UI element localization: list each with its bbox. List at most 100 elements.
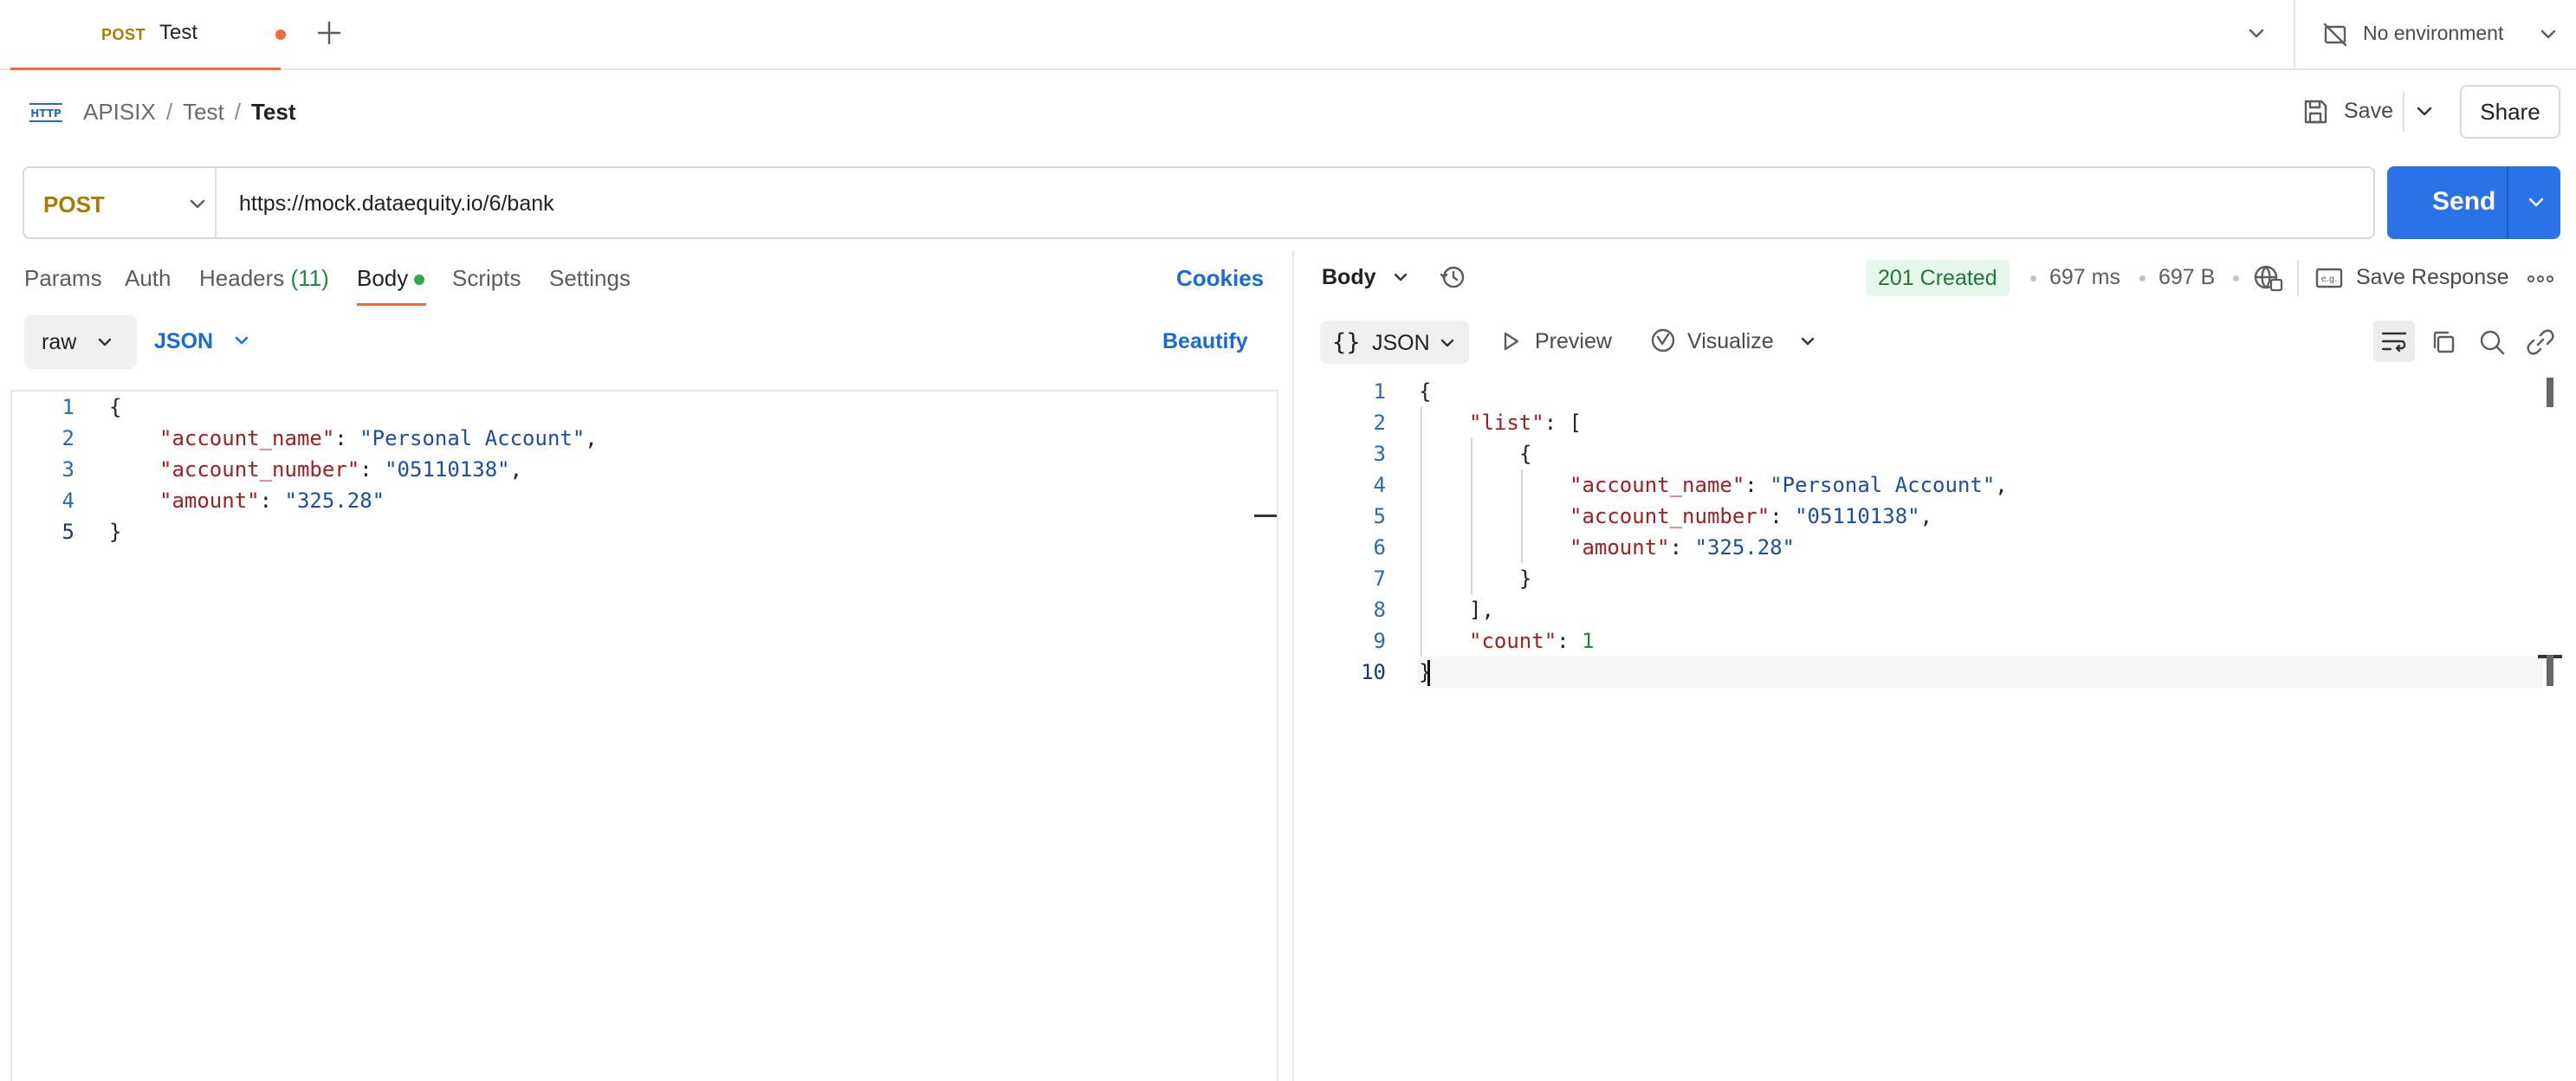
separator-dot	[2030, 275, 2036, 282]
tabs-dropdown-button[interactable]	[2243, 21, 2269, 47]
json-key: "account_number"	[1570, 504, 1770, 528]
code-line[interactable]: "count": 1	[1469, 625, 1595, 657]
svg-text:e.g.: e.g.	[2321, 275, 2338, 284]
tab-params[interactable]: Params	[24, 265, 102, 292]
preview-button[interactable]: Preview	[1535, 329, 1612, 354]
tab-method: POST	[101, 26, 146, 43]
punctuation: ,	[1995, 473, 2008, 497]
new-tab-button[interactable]	[314, 17, 345, 49]
response-format-label: JSON	[1372, 331, 1430, 355]
beautify-button[interactable]: Beautify	[1162, 329, 1248, 354]
breadcrumb-current[interactable]: Test	[251, 99, 296, 125]
search-icon[interactable]	[2477, 327, 2507, 357]
request-tab[interactable]: POST Test	[10, 0, 286, 70]
json-string: "05110138"	[1795, 504, 1920, 528]
no-environment-icon	[2323, 23, 2347, 47]
punctuation: {	[1419, 379, 1432, 404]
plus-icon	[317, 21, 341, 45]
breadcrumb: APISIX / Test / Test	[83, 99, 296, 125]
active-tab-underline	[357, 303, 426, 306]
code-line[interactable]: "account_number": "05110138",	[1570, 501, 1932, 532]
environment-label: No environment	[2363, 22, 2504, 44]
code-line[interactable]: "account_name": "Personal Account",	[159, 423, 598, 454]
code-line[interactable]: ],	[1469, 594, 1494, 625]
indent-guide	[1471, 438, 1472, 594]
breadcrumb-item[interactable]: APISIX	[83, 99, 156, 125]
chevron-down-icon	[1440, 339, 1454, 347]
method-selector[interactable]: POST	[43, 191, 105, 218]
response-format-selector[interactable]: {} JSON	[1320, 320, 1469, 364]
json-string: "325.28"	[284, 489, 385, 513]
minimap-marker	[1254, 515, 1277, 517]
response-time[interactable]: 697 ms	[2049, 265, 2120, 290]
line-number: 8	[1373, 598, 1386, 622]
chevron-down-icon[interactable]	[230, 329, 253, 352]
save-button[interactable]: Save	[2344, 99, 2393, 124]
json-string: "Personal Account"	[1770, 473, 1996, 497]
cookies-link[interactable]: Cookies	[1176, 265, 1264, 292]
more-options-icon[interactable]	[2526, 270, 2555, 288]
share-button[interactable]: Share	[2460, 85, 2560, 139]
tab-scripts[interactable]: Scripts	[452, 265, 521, 292]
chevron-down-icon[interactable]	[1389, 266, 1412, 288]
punctuation: :	[1669, 535, 1695, 560]
tab-auth[interactable]: Auth	[125, 265, 172, 292]
scrollbar-position	[2547, 655, 2553, 686]
line-number: 9	[1373, 629, 1386, 653]
response-view-selector[interactable]: Body	[1322, 265, 1376, 290]
code-line[interactable]: {	[109, 392, 121, 423]
body-language-selector[interactable]: JSON	[154, 329, 213, 354]
text-caret	[1427, 660, 1430, 686]
headers-count: (11)	[290, 265, 329, 291]
code-line[interactable]: }	[1519, 563, 1531, 594]
save-response-button[interactable]: Save Response	[2356, 265, 2509, 290]
play-icon[interactable]	[1498, 329, 1523, 353]
line-number: 1	[61, 395, 74, 419]
send-button[interactable]: Send	[2387, 166, 2560, 239]
tab-body[interactable]: Body	[357, 265, 408, 292]
breadcrumb-item[interactable]: Test	[183, 99, 224, 125]
json-key: "amount"	[1570, 535, 1670, 560]
code-line[interactable]: }	[109, 516, 121, 547]
code-line[interactable]: "account_number": "05110138",	[159, 454, 522, 485]
code-line[interactable]: "amount": "325.28"	[159, 485, 385, 516]
chevron-down-icon[interactable]	[1796, 330, 1819, 353]
url-input[interactable]: https://mock.dataequity.io/6/bank	[239, 191, 554, 217]
indent-guide	[1421, 407, 1422, 657]
chevron-down-icon[interactable]	[2524, 191, 2548, 215]
code-line[interactable]: "list": [	[1469, 407, 1582, 438]
visualize-button[interactable]: Visualize	[1687, 329, 1774, 354]
body-indicator-dot	[414, 275, 424, 285]
tab-headers[interactable]: Headers (11)	[199, 265, 329, 292]
visualize-icon[interactable]	[1649, 327, 1677, 354]
punctuation: ,	[585, 426, 598, 450]
code-line[interactable]: {	[1519, 438, 1531, 469]
punctuation: }	[109, 520, 122, 544]
wrap-lines-button[interactable]	[2373, 320, 2415, 362]
tab-settings[interactable]: Settings	[549, 265, 631, 292]
scrollbar-thumb[interactable]	[2547, 378, 2553, 407]
network-globe-icon[interactable]	[2252, 262, 2283, 294]
link-icon[interactable]	[2526, 327, 2555, 357]
json-number: 1	[1582, 629, 1595, 653]
save-icon[interactable]	[2301, 97, 2330, 126]
code-line[interactable]: "account_name": "Personal Account",	[1570, 469, 2008, 501]
line-number: 2	[1373, 411, 1386, 435]
code-line[interactable]: {	[1419, 376, 1431, 407]
punctuation: :	[1744, 473, 1770, 497]
history-icon[interactable]	[1438, 262, 1467, 292]
response-size[interactable]: 697 B	[2159, 265, 2215, 290]
save-options-button[interactable]	[2411, 99, 2437, 125]
pane-divider[interactable]	[1292, 251, 1294, 1081]
body-mode-selector[interactable]: raw	[24, 315, 137, 369]
indent-guide	[1521, 469, 1523, 563]
copy-icon[interactable]	[2429, 327, 2458, 357]
punctuation: :	[1557, 629, 1582, 653]
line-number: 5	[61, 520, 74, 544]
json-key: "account_name"	[159, 426, 335, 450]
environment-selector[interactable]: No environment	[2294, 0, 2576, 70]
status-badge[interactable]: 201 Created	[1866, 260, 2010, 296]
json-key: "list"	[1469, 411, 1544, 435]
chevron-down-icon[interactable]	[185, 192, 210, 217]
code-line[interactable]: "amount": "325.28"	[1570, 532, 1795, 563]
